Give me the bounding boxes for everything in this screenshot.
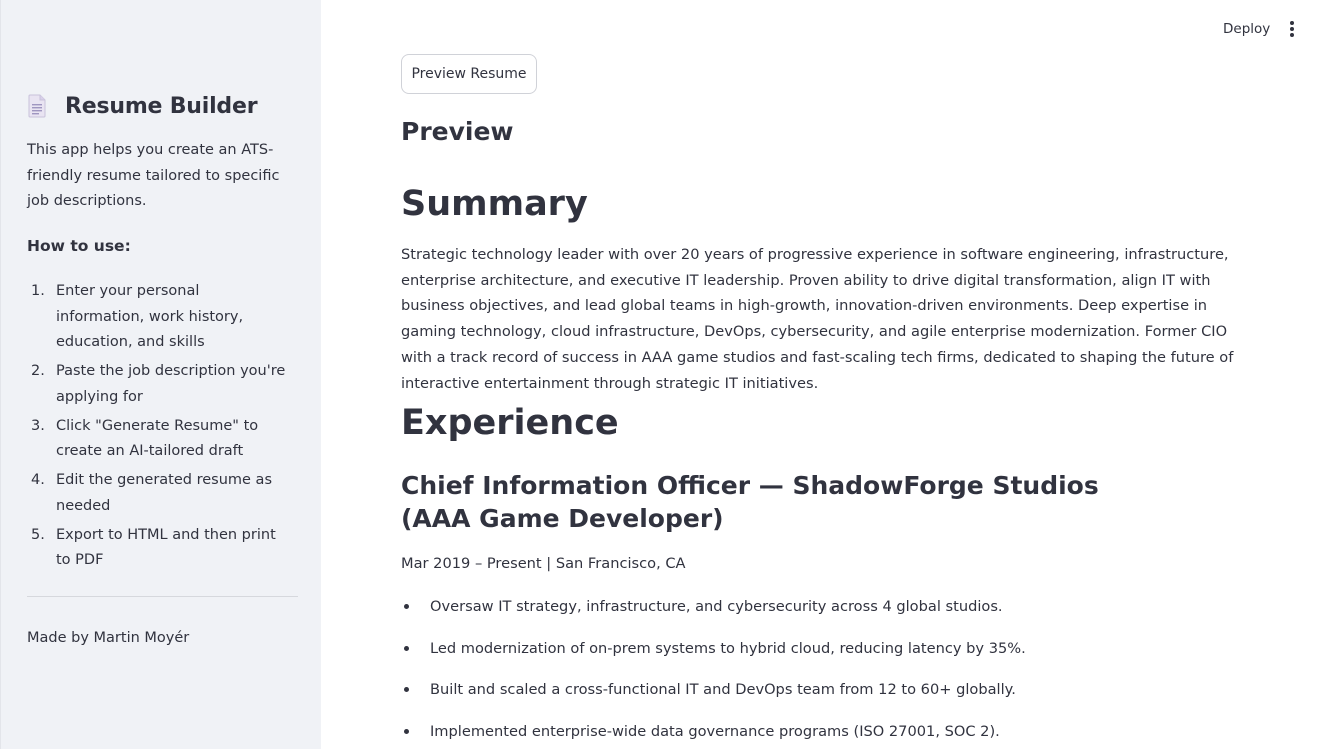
more-vertical-icon[interactable] xyxy=(1284,19,1300,39)
step-number: 1. xyxy=(31,283,45,299)
job-meta: Mar 2019 – Present | San Francisco, CA xyxy=(401,555,686,572)
sidebar: Resume Builder This app helps you create… xyxy=(0,0,321,749)
preview-resume-button[interactable]: Preview Resume xyxy=(401,54,537,94)
how-to-heading: How to use: xyxy=(27,237,131,255)
document-icon xyxy=(27,92,57,120)
step-text: Enter your personal information, work hi… xyxy=(56,283,244,350)
step-text: Edit the generated resume as needed xyxy=(56,472,272,514)
job-bullet: Implemented enterprise-wide data governa… xyxy=(401,720,1246,743)
step-text: Click "Generate Resume" to create an AI-… xyxy=(56,417,259,460)
step-text: Export to HTML and then print to PDF xyxy=(56,526,276,569)
sidebar-divider xyxy=(27,596,298,597)
how-to-steps: 1. Enter your personal information, work … xyxy=(27,279,292,577)
sidebar-title-row: Resume Builder xyxy=(27,92,258,120)
job-bullet: Built and scaled a cross-functional IT a… xyxy=(401,678,1246,701)
sidebar-title: Resume Builder xyxy=(65,93,258,119)
step-text: Paste the job description you're applyin… xyxy=(56,363,286,405)
step-item: 5. Export to HTML and then print to PDF xyxy=(27,523,292,574)
job-title: Chief Information Officer — ShadowForge … xyxy=(401,471,1099,533)
step-item: 2. Paste the job description you're apply… xyxy=(27,359,292,410)
sidebar-footer: Made by Martin Moyér xyxy=(27,630,190,646)
job-bullet: Oversaw IT strategy, infrastructure, and… xyxy=(401,595,1246,618)
step-number: 5. xyxy=(31,526,45,543)
job-bullets: Oversaw IT strategy, infrastructure, and… xyxy=(401,595,1246,749)
summary-heading: Summary xyxy=(401,184,588,224)
experience-heading: Experience xyxy=(401,403,619,443)
job-bullet: Led modernization of on-prem systems to … xyxy=(401,637,1246,660)
preview-heading: Preview xyxy=(401,117,514,146)
step-number: 3. xyxy=(31,417,45,434)
step-number: 4. xyxy=(31,472,45,488)
step-item: 4. Edit the generated resume as needed xyxy=(27,468,292,519)
summary-text: Strategic technology leader with over 20… xyxy=(401,246,1234,392)
step-item: 1. Enter your personal information, work … xyxy=(27,279,292,356)
step-number: 2. xyxy=(31,363,45,379)
step-item: 3. Click "Generate Resume" to create an A… xyxy=(27,414,292,465)
deploy-button[interactable]: Deploy xyxy=(1223,21,1270,37)
sidebar-description: This app helps you create an ATS-friendl… xyxy=(27,142,280,209)
